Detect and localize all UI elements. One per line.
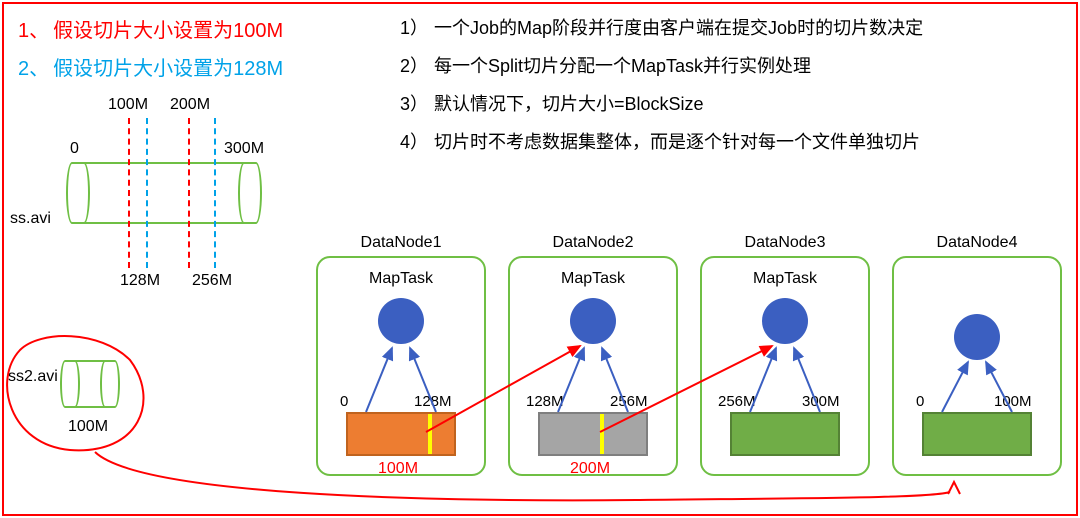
dn1-right-label: 128M — [414, 393, 452, 410]
cylinder-body — [78, 162, 250, 224]
cyl-zero-label: 0 — [70, 140, 79, 158]
split-line-256m — [214, 118, 216, 268]
note-1: 1） 一个Job的Map阶段并行度由客户端在提交Job时的切片数决定 — [400, 14, 923, 40]
dn3-maptask-label: MapTask — [702, 270, 868, 288]
dn1-title: DataNode1 — [318, 234, 484, 252]
dn1-split-label: 100M — [378, 460, 418, 478]
label-200m: 200M — [170, 96, 210, 114]
dn2-split-label: 200M — [570, 460, 610, 478]
note-2: 2） 每一个Split切片分配一个MapTask并行实例处理 — [400, 52, 811, 78]
assumption-1-text: 假设切片大小设置为100M — [53, 20, 283, 42]
split-line-128m — [146, 118, 148, 268]
dn4-right-label: 100M — [994, 393, 1032, 410]
label-256m: 256M — [192, 272, 232, 290]
note-1-num: 1） — [400, 18, 428, 38]
dn2-maptask-circle — [570, 298, 616, 344]
dn1-maptask-circle — [378, 298, 424, 344]
dn2-block — [538, 412, 648, 456]
datanode-4: DataNode4 0 100M — [892, 256, 1062, 476]
dn3-title: DataNode3 — [702, 234, 868, 252]
datanode-1: DataNode1 MapTask 0 128M 100M — [316, 256, 486, 476]
assumption-2: 2、假设切片大小设置为128M — [18, 52, 283, 81]
dn3-left-label: 256M — [718, 393, 756, 410]
split-line-200m — [188, 118, 190, 268]
dn4-title: DataNode4 — [894, 234, 1060, 252]
dn4-left-label: 0 — [916, 393, 924, 410]
note-4: 4） 切片时不考虑数据集整体，而是逐个针对每一个文件单独切片 — [400, 128, 920, 154]
dn4-maptask-circle — [954, 314, 1000, 360]
note-1-text: 一个Job的Map阶段并行度由客户端在提交Job时的切片数决定 — [434, 18, 923, 38]
note-4-text: 切片时不考虑数据集整体，而是逐个针对每一个文件单独切片 — [434, 132, 920, 152]
note-2-num: 2） — [400, 56, 428, 76]
cylinder-left-cap — [66, 162, 90, 224]
cylinder2-right-cap — [100, 360, 120, 408]
split-line-100m — [128, 118, 130, 268]
dn1-maptask-label: MapTask — [318, 270, 484, 288]
dn3-right-label: 300M — [802, 393, 840, 410]
dn3-block — [730, 412, 840, 456]
dn2-left-label: 128M — [526, 393, 564, 410]
note-3: 3） 默认情况下，切片大小=BlockSize — [400, 90, 704, 116]
cyl-end-label: 300M — [224, 140, 264, 158]
dn1-block — [346, 412, 456, 456]
note-4-num: 4） — [400, 132, 428, 152]
dn1-split-marker — [428, 414, 432, 454]
dn1-left-label: 0 — [340, 393, 348, 410]
note-3-num: 3） — [400, 94, 428, 114]
datanode-3: DataNode3 MapTask 256M 300M — [700, 256, 870, 476]
label-100m: 100M — [108, 96, 148, 114]
label-128m: 128M — [120, 272, 160, 290]
assumption-1-num: 1、 — [18, 20, 49, 42]
assumption-2-text: 假设切片大小设置为128M — [53, 58, 283, 80]
dn2-right-label: 256M — [610, 393, 648, 410]
dn2-maptask-label: MapTask — [510, 270, 676, 288]
dn4-block — [922, 412, 1032, 456]
assumption-1: 1、假设切片大小设置为100M — [18, 14, 283, 43]
note-2-text: 每一个Split切片分配一个MapTask并行实例处理 — [434, 56, 811, 76]
cylinder-right-cap — [238, 162, 262, 224]
file1-label: ss.avi — [10, 210, 51, 228]
cylinder2-left-cap — [60, 360, 80, 408]
dn3-maptask-circle — [762, 298, 808, 344]
dn2-title: DataNode2 — [510, 234, 676, 252]
dn2-split-marker — [600, 414, 604, 454]
assumption-2-num: 2、 — [18, 58, 49, 80]
file2-size: 100M — [68, 418, 108, 436]
note-3-text: 默认情况下，切片大小=BlockSize — [434, 94, 704, 114]
file2-label: ss2.avi — [8, 368, 58, 386]
datanode-2: DataNode2 MapTask 128M 256M 200M — [508, 256, 678, 476]
